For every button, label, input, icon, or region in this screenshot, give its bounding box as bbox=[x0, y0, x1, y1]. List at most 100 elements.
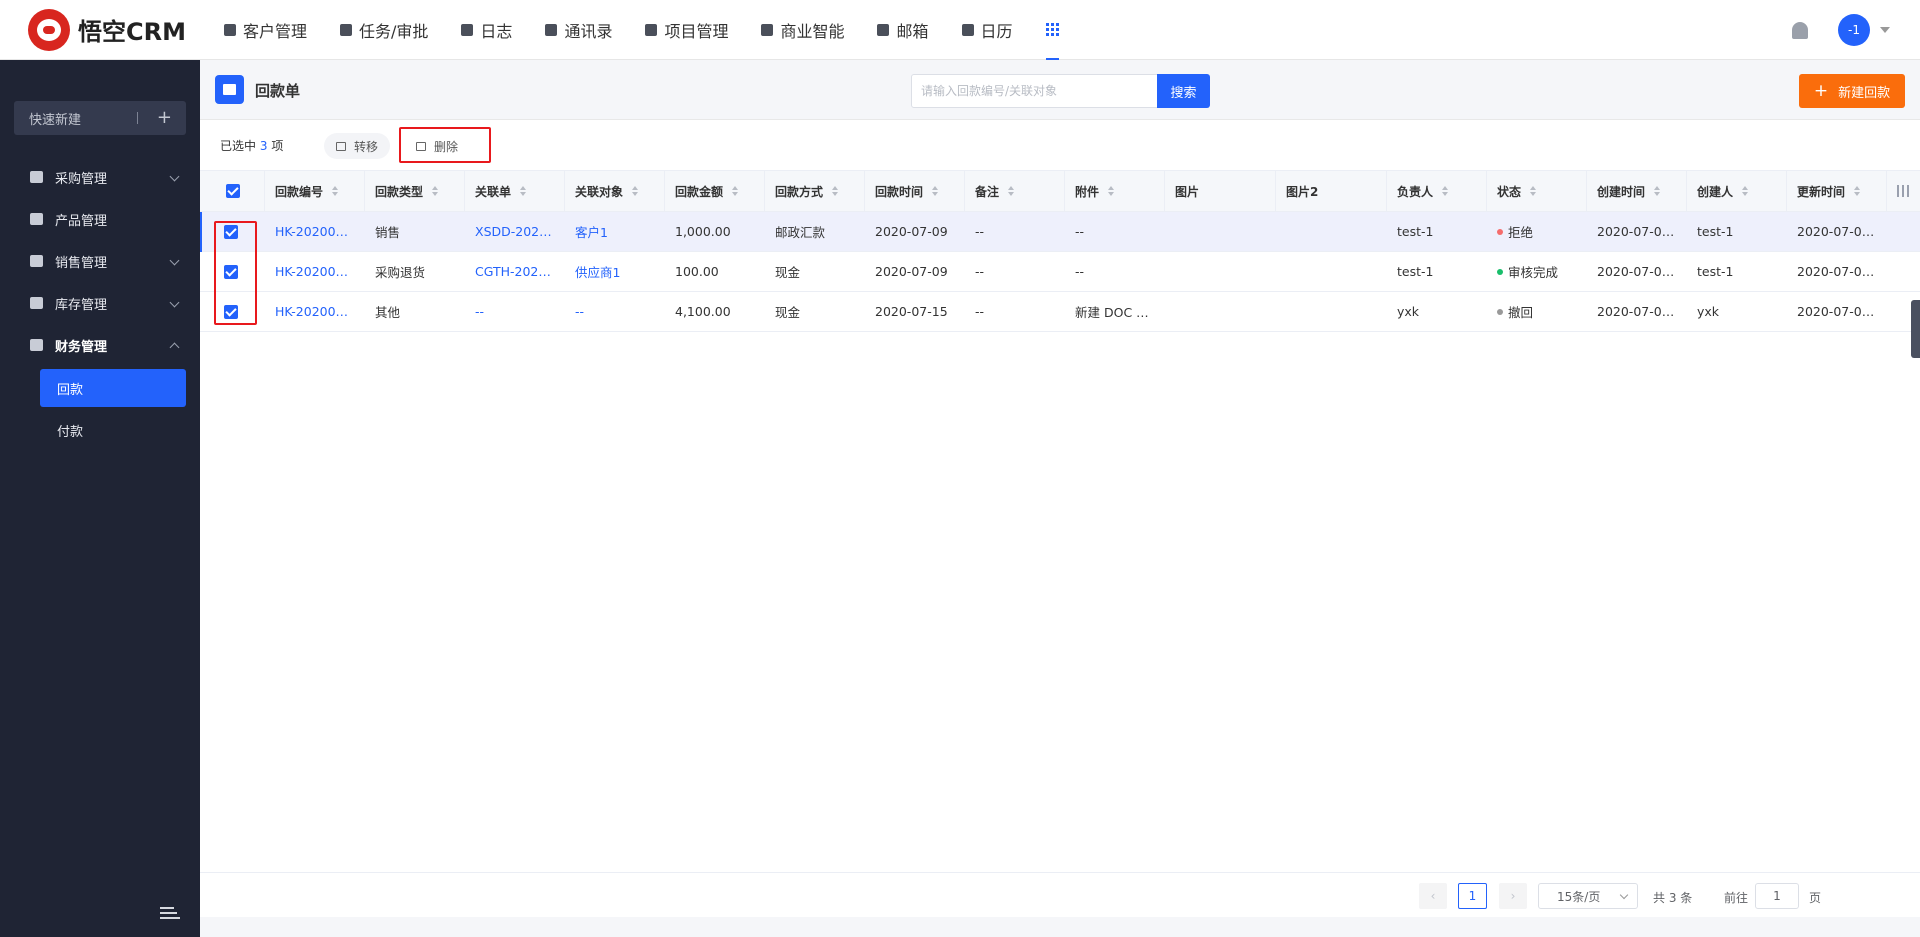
avatar[interactable]: -1 bbox=[1838, 14, 1870, 46]
sort-icon[interactable] bbox=[1108, 186, 1115, 196]
sidebar-subitem-label: 付款 bbox=[57, 424, 84, 440]
column-header[interactable]: 回款类型 bbox=[365, 171, 465, 211]
nav-item-bi[interactable]: 商业智能 bbox=[761, 0, 844, 60]
related-order-link[interactable]: CGTH-202… bbox=[465, 252, 565, 291]
next-page-button[interactable]: › bbox=[1499, 883, 1527, 909]
receipt-note: -- bbox=[975, 224, 985, 239]
related-order-link[interactable]: -- bbox=[465, 292, 565, 331]
nav-item-mail[interactable]: 邮箱 bbox=[877, 0, 929, 60]
goto-page-input[interactable] bbox=[1755, 883, 1799, 909]
nav-item-calendar[interactable]: 日历 bbox=[961, 0, 1013, 60]
table-header: 回款编号 回款类型 关联单 关联对象 回款金额 回款方式 回款时间 备注 附件 … bbox=[200, 170, 1920, 212]
nav-item-label: 日志 bbox=[480, 21, 513, 41]
column-title: 创建时间 bbox=[1597, 184, 1646, 199]
sidebar-subitem-payment[interactable]: 付款 bbox=[40, 411, 186, 449]
column-header[interactable]: 回款编号 bbox=[265, 171, 365, 211]
sort-icon[interactable] bbox=[1742, 186, 1749, 196]
sort-icon[interactable] bbox=[432, 186, 439, 196]
column-title: 关联单 bbox=[475, 184, 512, 199]
column-header[interactable]: 创建人 bbox=[1687, 171, 1787, 211]
column-header[interactable]: 附件 bbox=[1065, 171, 1165, 211]
sort-icon[interactable] bbox=[932, 186, 939, 196]
sidebar-item-purchase[interactable]: 采购管理 bbox=[0, 156, 200, 198]
receipt-table: 回款编号 回款类型 关联单 关联对象 回款金额 回款方式 回款时间 备注 附件 … bbox=[200, 170, 1920, 332]
select-all-checkbox[interactable] bbox=[226, 184, 240, 198]
column-header[interactable]: 更新时间 bbox=[1787, 171, 1887, 211]
receipt-image bbox=[1165, 292, 1276, 331]
related-target-link[interactable]: 客户1 bbox=[565, 212, 665, 251]
nav-item-label: 任务/审批 bbox=[359, 21, 429, 41]
column-settings-icon[interactable] bbox=[1897, 185, 1909, 197]
table-row[interactable]: HK-20200… 其他 -- -- 4,100.00 现金 2020-07-1… bbox=[200, 292, 1920, 332]
table-row[interactable]: HK-20200… 销售 XSDD-202… 客户1 1,000.00 邮政汇款… bbox=[200, 212, 1920, 252]
table-row[interactable]: HK-20200… 采购退货 CGTH-202… 供应商1 100.00 现金 … bbox=[200, 252, 1920, 292]
page-size-select[interactable]: 15条/页 bbox=[1538, 883, 1638, 909]
nav-item-contacts[interactable]: 通讯录 bbox=[545, 0, 612, 60]
page-number-button[interactable]: 1 bbox=[1458, 883, 1487, 909]
logo[interactable]: 悟空CRM bbox=[28, 8, 198, 51]
column-title: 图片2 bbox=[1286, 184, 1319, 199]
column-header[interactable]: 回款时间 bbox=[865, 171, 965, 211]
column-header[interactable]: 备注 bbox=[965, 171, 1065, 211]
wallet-icon bbox=[30, 339, 43, 351]
selection-prefix: 已选中 bbox=[220, 139, 257, 153]
plus-icon[interactable]: + bbox=[157, 107, 172, 128]
column-title: 回款金额 bbox=[675, 184, 724, 199]
main-nav: 客户管理 任务/审批 日志 通讯录 项目管理 商业智能 邮箱 日历 bbox=[224, 0, 1099, 60]
sidebar-item-finance[interactable]: 财务管理 bbox=[0, 324, 200, 366]
chevron-down-icon[interactable] bbox=[1880, 27, 1890, 33]
column-header[interactable]: 关联对象 bbox=[565, 171, 665, 211]
sort-icon[interactable] bbox=[732, 186, 739, 196]
column-header[interactable]: 回款金额 bbox=[665, 171, 765, 211]
pagination: ‹ 1 › 15条/页 共 3 条 前往 页 bbox=[200, 872, 1920, 917]
sidebar-item-inventory[interactable]: 库存管理 bbox=[0, 282, 200, 324]
nav-item-task[interactable]: 任务/审批 bbox=[340, 0, 428, 60]
sort-icon[interactable] bbox=[520, 186, 527, 196]
column-header[interactable]: 状态 bbox=[1487, 171, 1587, 211]
column-header: 图片 bbox=[1165, 171, 1276, 211]
sidebar-item-sales[interactable]: 销售管理 bbox=[0, 240, 200, 282]
receipt-date: 2020-07-09 bbox=[875, 224, 948, 239]
nav-item-log[interactable]: 日志 bbox=[461, 0, 512, 60]
sort-icon[interactable] bbox=[1008, 186, 1015, 196]
receipt-code-link[interactable]: HK-20200… bbox=[265, 292, 365, 331]
side-drawer-handle[interactable] bbox=[1911, 300, 1920, 358]
sort-icon[interactable] bbox=[332, 186, 339, 196]
quick-new-button[interactable]: 快速新建 + bbox=[14, 101, 186, 135]
transfer-button[interactable]: 转移 bbox=[324, 133, 391, 159]
sidebar-item-product[interactable]: 产品管理 bbox=[0, 198, 200, 240]
collapse-menu-icon[interactable] bbox=[160, 907, 182, 921]
nav-item-project[interactable]: 项目管理 bbox=[645, 0, 728, 60]
sort-icon[interactable] bbox=[1530, 186, 1537, 196]
status-dot-icon bbox=[1497, 308, 1503, 315]
nav-item-label: 邮箱 bbox=[896, 21, 929, 41]
selection-suffix: 项 bbox=[271, 139, 284, 153]
sort-icon[interactable] bbox=[832, 186, 839, 196]
related-target-link[interactable]: -- bbox=[565, 292, 665, 331]
sort-icon[interactable] bbox=[632, 186, 639, 196]
bell-icon[interactable] bbox=[1792, 21, 1808, 39]
related-order-link[interactable]: XSDD-202… bbox=[465, 212, 565, 251]
receipt-image2 bbox=[1276, 252, 1387, 291]
search-input[interactable] bbox=[911, 74, 1158, 108]
related-target-link[interactable]: 供应商1 bbox=[565, 252, 665, 291]
column-header[interactable]: 创建时间 bbox=[1587, 171, 1687, 211]
created-time: 2020-07-0… bbox=[1597, 264, 1675, 279]
sort-icon[interactable] bbox=[1654, 186, 1661, 196]
receipt-owner: test-1 bbox=[1397, 224, 1434, 239]
sidebar-subitem-receipt[interactable]: 回款 bbox=[40, 369, 186, 407]
nav-item-customer[interactable]: 客户管理 bbox=[224, 0, 307, 60]
column-title: 回款编号 bbox=[275, 184, 324, 199]
prev-page-button[interactable]: ‹ bbox=[1419, 883, 1447, 909]
column-header[interactable]: 负责人 bbox=[1387, 171, 1487, 211]
nav-apps-button[interactable] bbox=[1045, 0, 1066, 60]
new-receipt-button[interactable]: + 新建回款 bbox=[1799, 74, 1905, 108]
sort-icon[interactable] bbox=[1854, 186, 1861, 196]
column-header[interactable]: 关联单 bbox=[465, 171, 565, 211]
sort-icon[interactable] bbox=[1442, 186, 1449, 196]
receipt-code-link[interactable]: HK-20200… bbox=[265, 252, 365, 291]
receipt-code-link[interactable]: HK-20200… bbox=[265, 212, 365, 251]
search-button[interactable]: 搜索 bbox=[1157, 74, 1210, 108]
column-header[interactable]: 回款方式 bbox=[765, 171, 865, 211]
receipt-owner: yxk bbox=[1397, 304, 1420, 319]
